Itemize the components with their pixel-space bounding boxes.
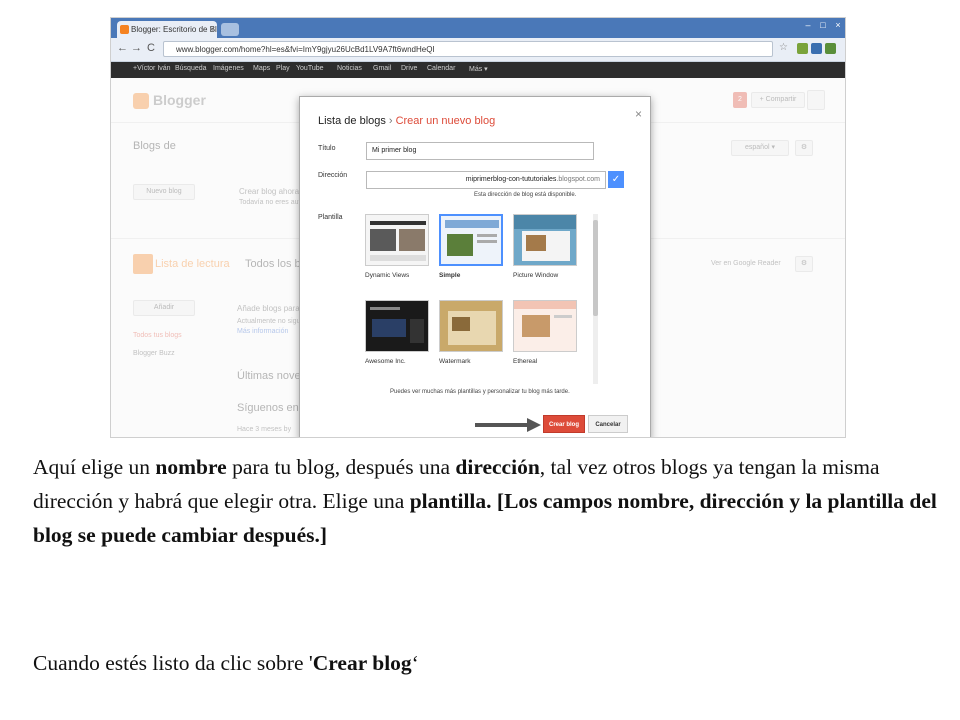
gbar-item[interactable]: Noticias <box>337 65 362 72</box>
back-icon[interactable]: ← <box>117 42 128 54</box>
maximize-icon[interactable]: □ <box>816 19 830 31</box>
url-input[interactable]: www.blogger.com/home?hl=es&fvi=ImY9gjyu2… <box>163 41 773 57</box>
blogs-heading: Blogs de <box>133 140 176 152</box>
reload-icon[interactable]: C <box>147 42 155 54</box>
template-picture-window[interactable]: Picture Window <box>513 214 583 279</box>
all-my-blogs-link[interactable]: Todos tus blogs <box>133 332 182 339</box>
blog-list-link[interactable]: Lista de blogs <box>318 115 386 127</box>
minimize-icon[interactable]: – <box>801 19 815 31</box>
template-name: Dynamic Views <box>365 272 410 279</box>
language-select[interactable]: español ▾ <box>731 140 789 156</box>
new-blog-button[interactable]: Nuevo blog <box>133 184 195 200</box>
template-simple[interactable]: Simple <box>439 214 509 279</box>
screenshot: Blogger: Escritorio de Blog × – □ × ← → … <box>110 17 846 438</box>
template-name: Picture Window <box>513 272 559 279</box>
new-tab-button[interactable] <box>221 23 239 36</box>
google-bar: +Víctor Iván Búsqueda Imágenes Maps Play… <box>111 62 845 78</box>
more-info-link[interactable]: Más información <box>237 328 288 335</box>
follow-us-heading: Síguenos en <box>237 402 299 414</box>
reading-list-heading: Lista de lectura <box>155 258 230 270</box>
gbar-item[interactable]: Maps <box>253 65 270 72</box>
view-reader-link[interactable]: Ver en Google Reader <box>711 260 781 267</box>
tab-close-icon[interactable]: × <box>209 21 214 38</box>
address-available-text: Esta dirección de blog está disponible. <box>474 192 577 198</box>
template-name: Ethereal <box>513 358 538 365</box>
gbar-item[interactable]: Calendar <box>427 65 455 72</box>
dialog-breadcrumb: Lista de blogs › Crear un nuevo blog <box>318 115 496 127</box>
instruction-paragraph: Aquí elige un nombre para tu blog, despu… <box>33 455 937 547</box>
title-label: Título <box>318 145 336 152</box>
forward-icon[interactable]: → <box>131 42 142 54</box>
blogger-favicon-icon <box>120 25 129 34</box>
address-suffix: .blogspot.com <box>556 176 600 183</box>
add-button[interactable]: Añadir <box>133 300 195 316</box>
gbar-item[interactable]: YouTube <box>296 65 324 72</box>
gear-icon[interactable]: ⚙ <box>795 256 813 272</box>
add-blogs-text: Añade blogs para <box>237 304 300 313</box>
menu-icon[interactable] <box>825 43 836 54</box>
extension-icon[interactable] <box>811 43 822 54</box>
time-ago-text: Hace 3 meses by <box>237 426 292 433</box>
bookmark-star-icon[interactable]: ☆ <box>779 42 788 53</box>
gear-icon[interactable]: ⚙ <box>795 140 813 156</box>
gbar-item[interactable]: Búsqueda <box>175 65 207 72</box>
gbar-item[interactable]: +Víctor Iván <box>133 65 171 72</box>
extension-icon[interactable] <box>797 43 808 54</box>
address-value: miprimerblog-con-tututoriales <box>465 176 557 183</box>
create-blog-now: Crear blog ahora <box>239 187 300 196</box>
instruction-click: Cuando estés listo da clic sobre 'Crear … <box>33 651 419 675</box>
template-label: Plantilla <box>318 214 343 221</box>
address-check-icon: ✓ <box>608 171 624 188</box>
tab-title: Blogger: Escritorio de Blog <box>131 25 217 34</box>
latest-news-heading: Últimas noved <box>237 370 307 382</box>
create-blog-button[interactable]: Crear blog <box>543 415 585 433</box>
address-label: Dirección <box>318 172 348 179</box>
blogger-logo: Blogger <box>133 92 206 110</box>
window-close-icon[interactable]: × <box>831 19 845 31</box>
address-toolbar: ← → C www.blogger.com/home?hl=es&fvi=ImY… <box>111 38 845 62</box>
share-button[interactable]: + Compartir <box>751 92 805 108</box>
cancel-button[interactable]: Cancelar <box>588 415 628 433</box>
breadcrumb-current: Crear un nuevo blog <box>395 115 496 127</box>
template-ethereal[interactable]: Ethereal <box>513 300 583 365</box>
template-name: Watermark <box>439 358 471 365</box>
title-input[interactable]: Mi primer blog <box>366 142 594 160</box>
reading-list-icon <box>133 254 153 274</box>
template-scrollbar[interactable] <box>593 214 598 384</box>
arrow-right-icon <box>475 418 541 432</box>
gbar-item[interactable]: Imágenes <box>213 65 244 72</box>
blogger-buzz-link[interactable]: Blogger Buzz <box>133 350 175 357</box>
browser-tab-bar: Blogger: Escritorio de Blog × – □ × <box>111 18 845 38</box>
create-blog-dialog: Lista de blogs › Crear un nuevo blog × Tít… <box>299 96 651 437</box>
avatar[interactable] <box>807 90 825 110</box>
notification-badge[interactable]: 2 <box>733 92 747 108</box>
currently-text: Actualmente no sigues <box>237 318 308 325</box>
dialog-close-icon[interactable]: × <box>635 107 642 121</box>
address-input[interactable]: miprimerblog-con-tututoriales.blogspot.c… <box>366 171 606 189</box>
template-watermark[interactable]: Watermark <box>439 300 509 365</box>
url-text: www.blogger.com/home?hl=es&fvi=ImY9gjyu2… <box>176 45 435 54</box>
template-grid: Dynamic Views Simple Picture Window Awes… <box>365 214 591 384</box>
template-awesome-inc[interactable]: Awesome Inc. <box>365 300 435 365</box>
template-dynamic-views[interactable]: Dynamic Views <box>365 214 435 279</box>
template-name: Simple <box>439 272 461 279</box>
browser-tab[interactable]: Blogger: Escritorio de Blog × <box>117 21 217 38</box>
gbar-item[interactable]: Más ▾ <box>469 65 488 73</box>
gbar-item[interactable]: Gmail <box>373 65 391 72</box>
more-templates-note: Puedes ver muchas más plantillas y perso… <box>390 389 570 395</box>
gbar-item[interactable]: Play <box>276 65 290 72</box>
template-name: Awesome Inc. <box>365 358 406 365</box>
blogger-dashboard: Blogger 2 + Compartir Blogs de español ▾… <box>111 78 845 437</box>
gbar-item[interactable]: Drive <box>401 65 417 72</box>
